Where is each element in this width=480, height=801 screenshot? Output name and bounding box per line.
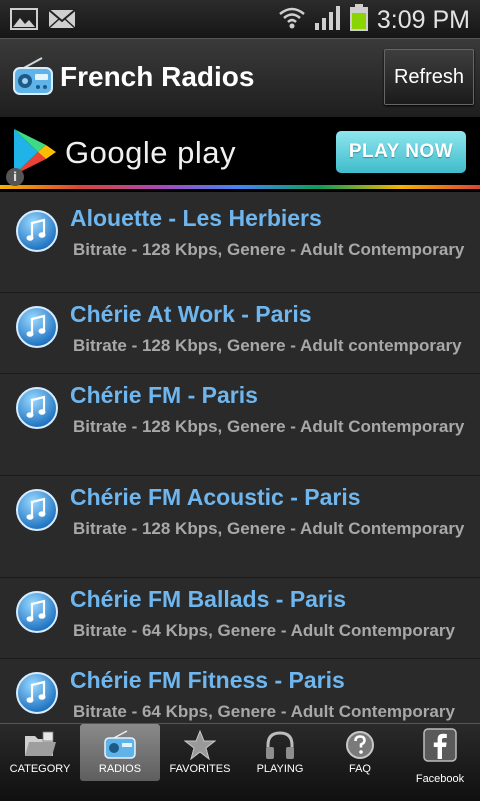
- bottom-nav: CATEGORY RADIOS FAVORITES PLAYING FAQ Fa…: [0, 723, 480, 801]
- tab-radios[interactable]: RADIOS: [80, 724, 160, 801]
- help-icon: [345, 730, 375, 764]
- music-note-icon: [15, 305, 59, 353]
- station-title: Chérie FM Fitness - Paris: [70, 667, 345, 693]
- station-details: Bitrate - 64 Kbps, Genere - Adult Contem…: [73, 702, 455, 721]
- station-details: Bitrate - 128 Kbps, Genere - Adult Conte…: [73, 519, 465, 538]
- status-bar: 3:09 PM: [0, 0, 480, 38]
- music-note-icon: [15, 671, 59, 719]
- station-details: Bitrate - 128 Kbps, Genere - Adult Conte…: [73, 240, 465, 259]
- image-notification-icon: [10, 7, 38, 35]
- station-details: Bitrate - 128 Kbps, Genere - Adult conte…: [73, 336, 462, 355]
- tab-faq[interactable]: FAQ: [320, 724, 400, 801]
- music-note-icon: [15, 590, 59, 638]
- ad-info-icon[interactable]: i: [6, 168, 24, 186]
- wifi-icon: [279, 5, 305, 35]
- folder-icon: [23, 730, 57, 764]
- tab-favorites[interactable]: FAVORITES: [160, 724, 240, 801]
- list-item[interactable]: Chérie FM - Paris Bitrate - 128 Kbps, Ge…: [0, 374, 480, 476]
- tab-label: FAQ: [348, 763, 371, 775]
- ad-divider: [0, 185, 480, 189]
- list-item[interactable]: Chérie At Work - Paris Bitrate - 128 Kbp…: [0, 293, 480, 374]
- battery-icon: [349, 4, 369, 36]
- facebook-icon: [423, 728, 457, 766]
- station-title: Chérie FM Ballads - Paris: [70, 586, 347, 612]
- star-icon: [183, 729, 217, 764]
- play-now-button[interactable]: PLAY NOW: [336, 131, 466, 173]
- ad-banner[interactable]: Google play PLAY NOW i: [0, 117, 480, 192]
- list-item[interactable]: Chérie FM Fitness - Paris Bitrate - 64 K…: [0, 659, 480, 723]
- app-header: French Radios Refresh: [0, 38, 480, 118]
- headphones-icon: [264, 730, 296, 764]
- station-title: Chérie FM Acoustic - Paris: [70, 484, 361, 510]
- music-note-icon: [15, 386, 59, 434]
- refresh-button[interactable]: Refresh: [384, 49, 474, 105]
- ad-brand-text: Google play: [65, 135, 236, 170]
- station-details: Bitrate - 64 Kbps, Genere - Adult Contem…: [73, 621, 455, 640]
- page-title: French Radios: [60, 61, 255, 92]
- list-item[interactable]: Chérie FM Acoustic - Paris Bitrate - 128…: [0, 476, 480, 578]
- tab-label: Facebook: [415, 773, 465, 785]
- station-title: Chérie At Work - Paris: [70, 301, 312, 327]
- signal-icon: [313, 5, 341, 35]
- list-item[interactable]: Alouette - Les Herbiers Bitrate - 128 Kb…: [0, 197, 480, 293]
- tab-label: RADIOS: [98, 763, 142, 775]
- music-note-icon: [15, 488, 59, 536]
- music-note-icon: [15, 209, 59, 257]
- station-title: Alouette - Les Herbiers: [70, 205, 322, 231]
- clock: 3:09 PM: [376, 5, 470, 34]
- tab-facebook[interactable]: Facebook: [400, 724, 480, 801]
- tab-category[interactable]: CATEGORY: [0, 724, 80, 801]
- tab-playing[interactable]: PLAYING: [240, 724, 320, 801]
- mail-icon: [48, 7, 76, 35]
- tab-label: FAVORITES: [169, 763, 231, 775]
- list-item[interactable]: Chérie FM Ballads - Paris Bitrate - 64 K…: [0, 578, 480, 659]
- tab-label: PLAYING: [256, 763, 304, 775]
- radio-icon: [12, 57, 54, 101]
- tab-label: CATEGORY: [9, 763, 71, 775]
- radio-icon: [103, 730, 137, 764]
- station-title: Chérie FM - Paris: [70, 382, 258, 408]
- station-details: Bitrate - 128 Kbps, Genere - Adult Conte…: [73, 417, 465, 436]
- station-list[interactable]: Alouette - Les Herbiers Bitrate - 128 Kb…: [0, 197, 480, 723]
